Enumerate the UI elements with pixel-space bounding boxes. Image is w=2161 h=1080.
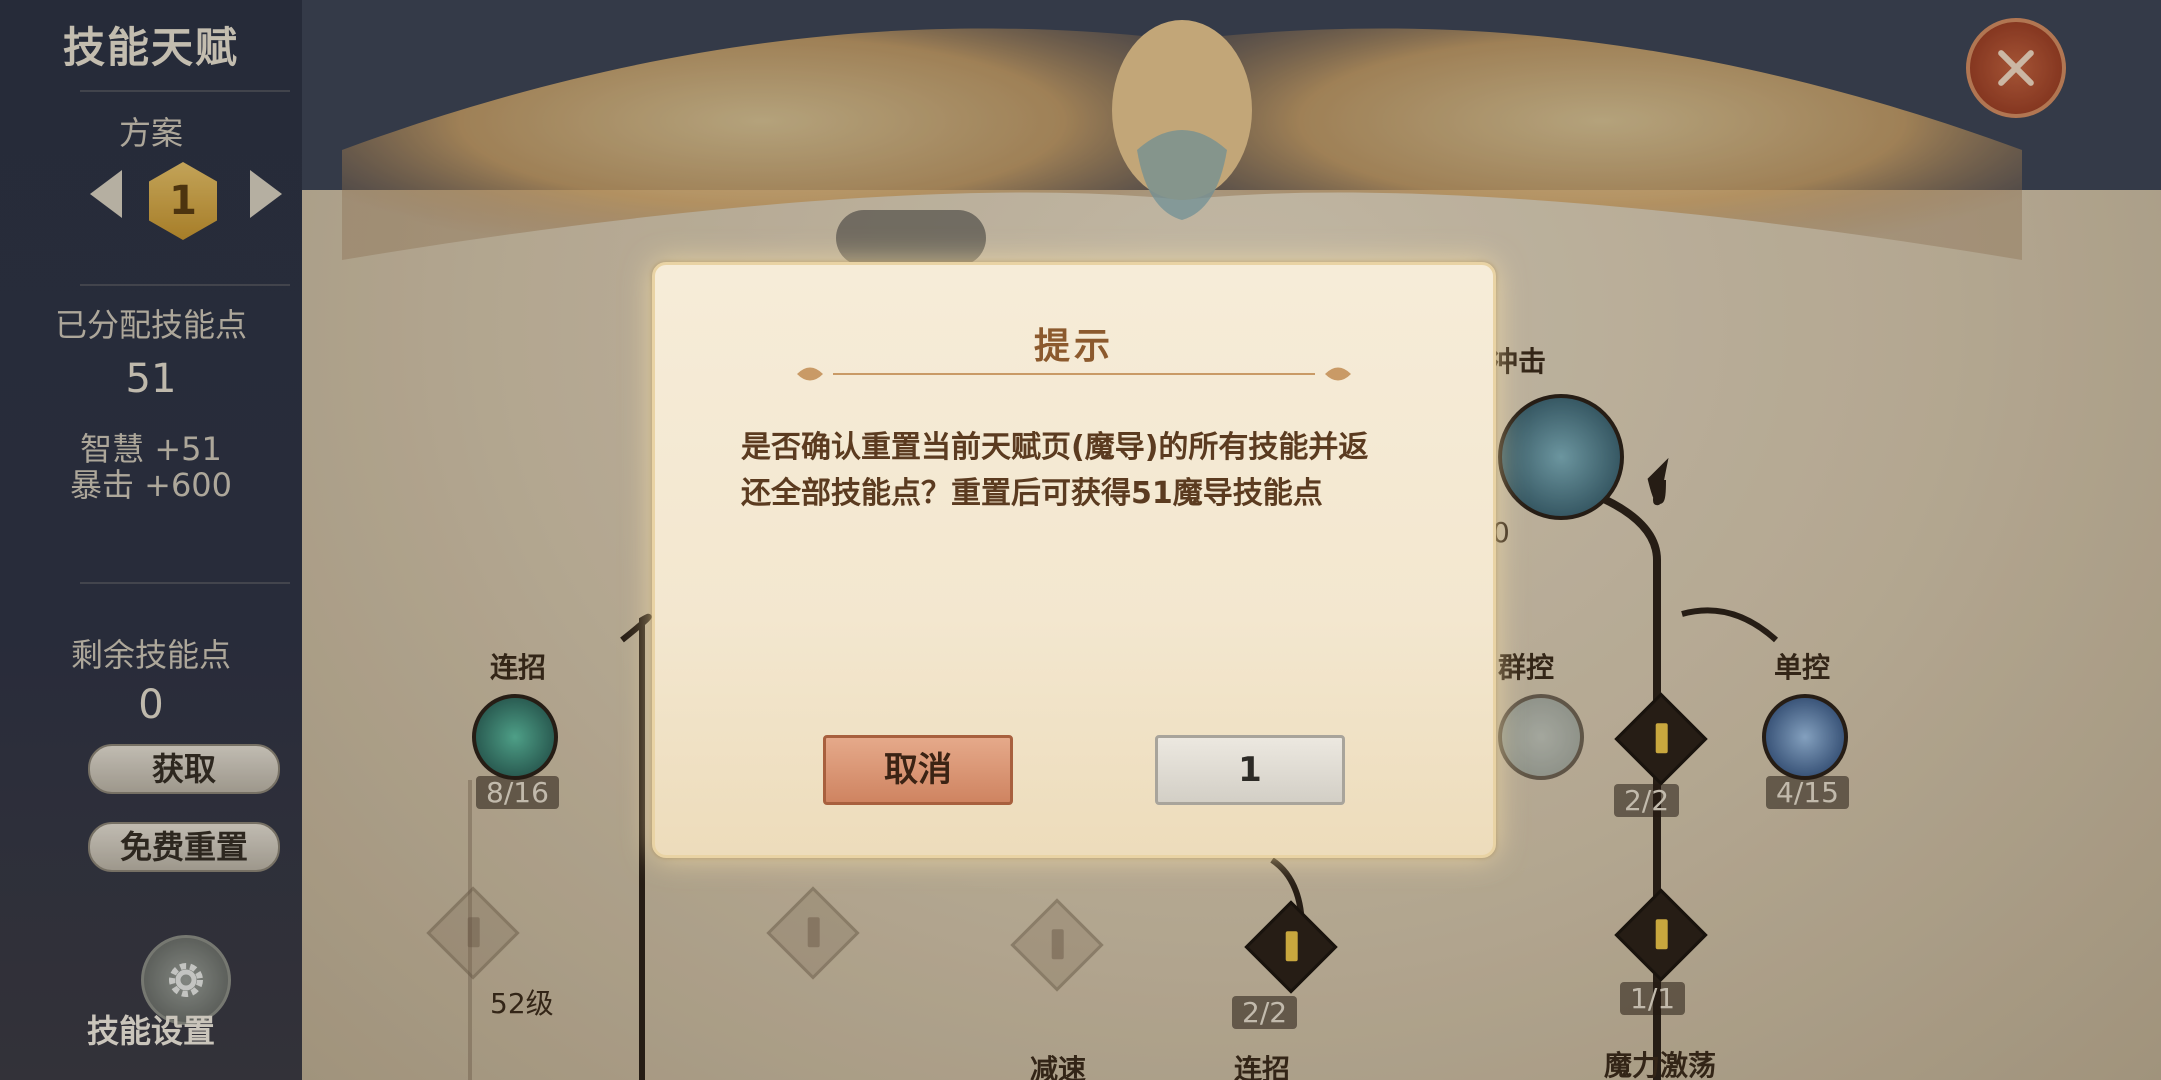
cancel-button[interactable]: 取消: [823, 735, 1013, 805]
leaf-ornament-icon: [797, 367, 823, 381]
confirm-button[interactable]: 1: [1155, 735, 1345, 805]
confirm-dialog: 提示 是否确认重置当前天赋页(魔导)的所有技能并返 还全部技能点？重置后可获得5…: [652, 262, 1496, 858]
leaf-ornament-icon: [1325, 367, 1351, 381]
dialog-message: 是否确认重置当前天赋页(魔导)的所有技能并返 还全部技能点？重置后可获得51魔导…: [741, 425, 1421, 517]
dialog-message-line: 还全部技能点？重置后可获得51魔导技能点: [741, 476, 1323, 511]
dialog-message-line: 是否确认重置当前天赋页(魔导)的所有技能并返: [741, 430, 1369, 465]
divider: [833, 373, 1315, 375]
dialog-title: 提示: [1033, 326, 1114, 367]
